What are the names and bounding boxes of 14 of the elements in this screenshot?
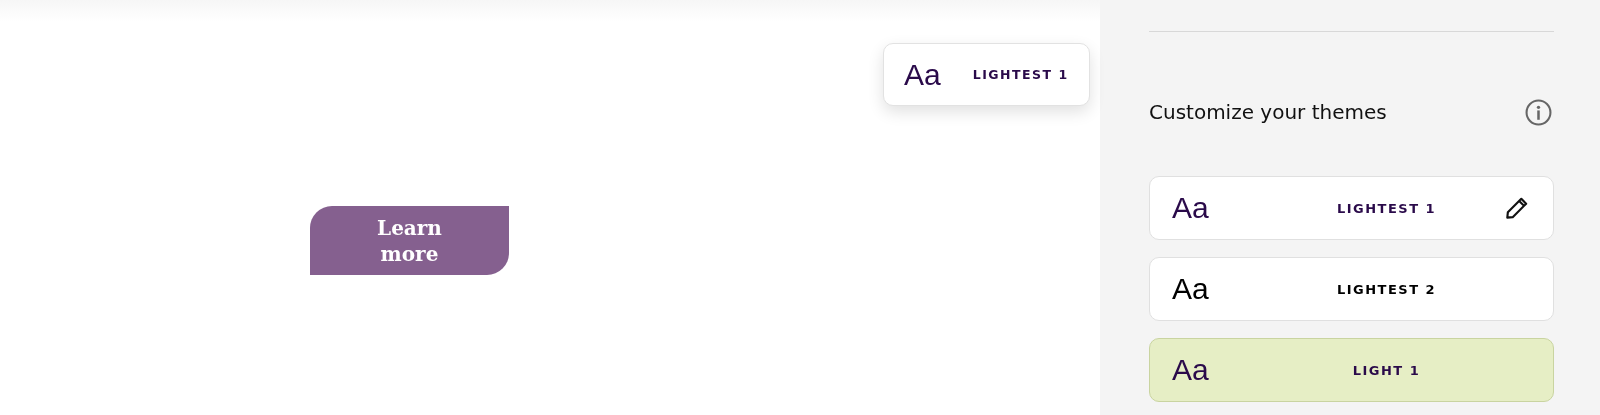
info-icon[interactable] xyxy=(1525,98,1552,126)
learn-more-button[interactable]: Learn more xyxy=(310,206,509,275)
theme-name: LIGHTEST 2 xyxy=(1335,281,1438,297)
theme-name: LIGHTEST 1 xyxy=(972,67,1069,82)
theme-sample-text: Aa xyxy=(1172,272,1210,306)
theme-card[interactable]: Aa LIGHTEST 2 xyxy=(1149,257,1554,321)
theme-name: LIGHTEST 1 xyxy=(1335,200,1438,216)
panel-title: Customize your themes xyxy=(1149,100,1387,124)
theme-sample-text: Aa xyxy=(1172,353,1210,387)
theme-sample-text: Aa xyxy=(904,57,941,92)
theme-card[interactable]: Aa LIGHT 1 xyxy=(1149,338,1554,402)
theme-sample-text: Aa xyxy=(1172,191,1210,225)
theme-name: LIGHT 1 xyxy=(1351,362,1422,378)
theme-card[interactable]: Aa LIGHTEST 1 xyxy=(1149,176,1554,240)
